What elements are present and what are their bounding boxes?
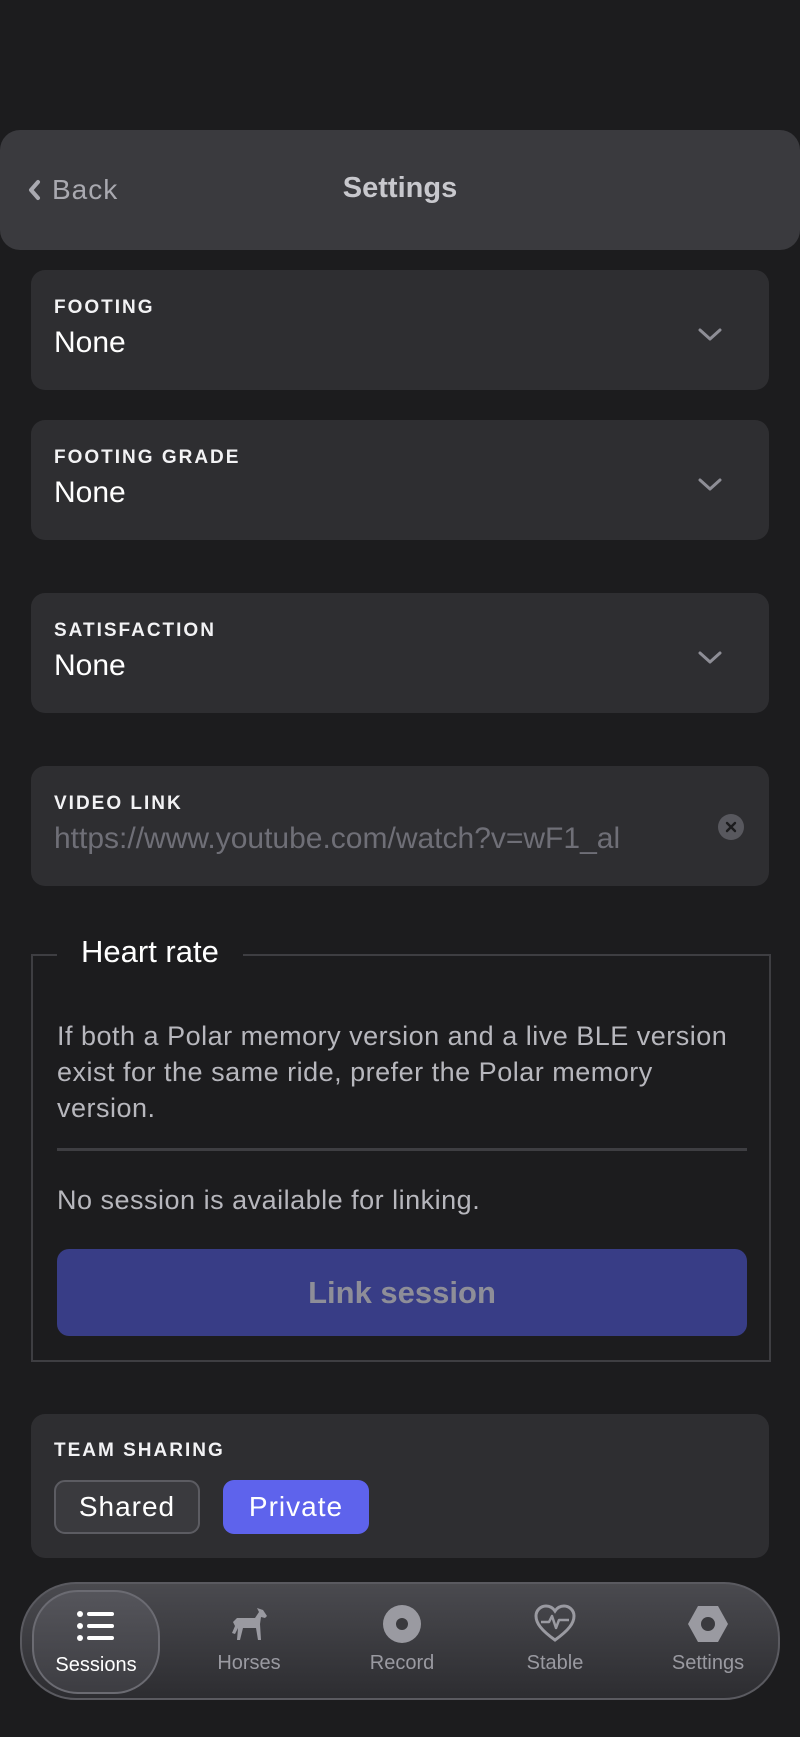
- nav-header: Back Settings: [0, 130, 800, 250]
- footing-grade-label: FOOTING GRADE: [54, 447, 241, 468]
- satisfaction-select[interactable]: SATISFACTION None: [31, 593, 769, 713]
- close-icon: [725, 821, 737, 833]
- private-toggle-button[interactable]: Private: [223, 1480, 369, 1534]
- footing-grade-value: None: [54, 476, 126, 509]
- video-link-label: VIDEO LINK: [54, 793, 183, 814]
- footing-label: FOOTING: [54, 297, 155, 318]
- divider: [57, 1148, 747, 1151]
- list-icon: [77, 1611, 114, 1641]
- satisfaction-value: None: [54, 649, 126, 682]
- tab-stable[interactable]: Stable: [491, 1590, 619, 1694]
- clear-button[interactable]: [718, 814, 744, 840]
- footing-value: None: [54, 326, 126, 359]
- tab-sessions[interactable]: Sessions: [32, 1590, 160, 1694]
- heart-rate-legend: Heart rate: [57, 934, 243, 970]
- tab-label: Record: [369, 1652, 435, 1674]
- heart-pulse-icon: [534, 1604, 576, 1642]
- tab-settings[interactable]: Settings: [644, 1590, 772, 1694]
- tab-label: Settings: [671, 1652, 745, 1674]
- hexagon-gear-icon: [688, 1606, 728, 1642]
- record-icon: [383, 1605, 421, 1643]
- tab-record[interactable]: Record: [338, 1590, 466, 1694]
- team-sharing-label: TEAM SHARING: [54, 1440, 225, 1461]
- team-sharing-section: TEAM SHARING Shared Private: [31, 1414, 769, 1558]
- heart-rate-section: Heart rate If both a Polar memory versio…: [31, 934, 771, 1362]
- heart-rate-description: If both a Polar memory version and a liv…: [57, 1021, 728, 1123]
- satisfaction-label: SATISFACTION: [54, 620, 216, 641]
- chevron-down-icon: [698, 478, 722, 491]
- tab-horses[interactable]: Horses: [185, 1590, 313, 1694]
- heart-rate-status: No session is available for linking.: [57, 1185, 481, 1215]
- footing-select[interactable]: FOOTING None: [31, 270, 769, 390]
- chevron-down-icon: [698, 651, 722, 664]
- video-link-input[interactable]: https://www.youtube.com/watch?v=wF1_al: [54, 822, 704, 856]
- shared-toggle-button[interactable]: Shared: [54, 1480, 200, 1534]
- horse-icon: [232, 1608, 267, 1640]
- link-session-button[interactable]: Link session: [57, 1249, 747, 1336]
- footing-grade-select[interactable]: FOOTING GRADE None: [31, 420, 769, 540]
- tab-label: Horses: [217, 1652, 281, 1674]
- chevron-down-icon: [698, 328, 722, 341]
- tab-label: Sessions: [55, 1654, 137, 1676]
- video-link-field[interactable]: VIDEO LINK https://www.youtube.com/watch…: [31, 766, 769, 886]
- page-title: Settings: [342, 172, 458, 204]
- tab-label: Stable: [526, 1652, 584, 1674]
- tab-bar: Sessions Horses Record Stable Settings: [20, 1582, 780, 1700]
